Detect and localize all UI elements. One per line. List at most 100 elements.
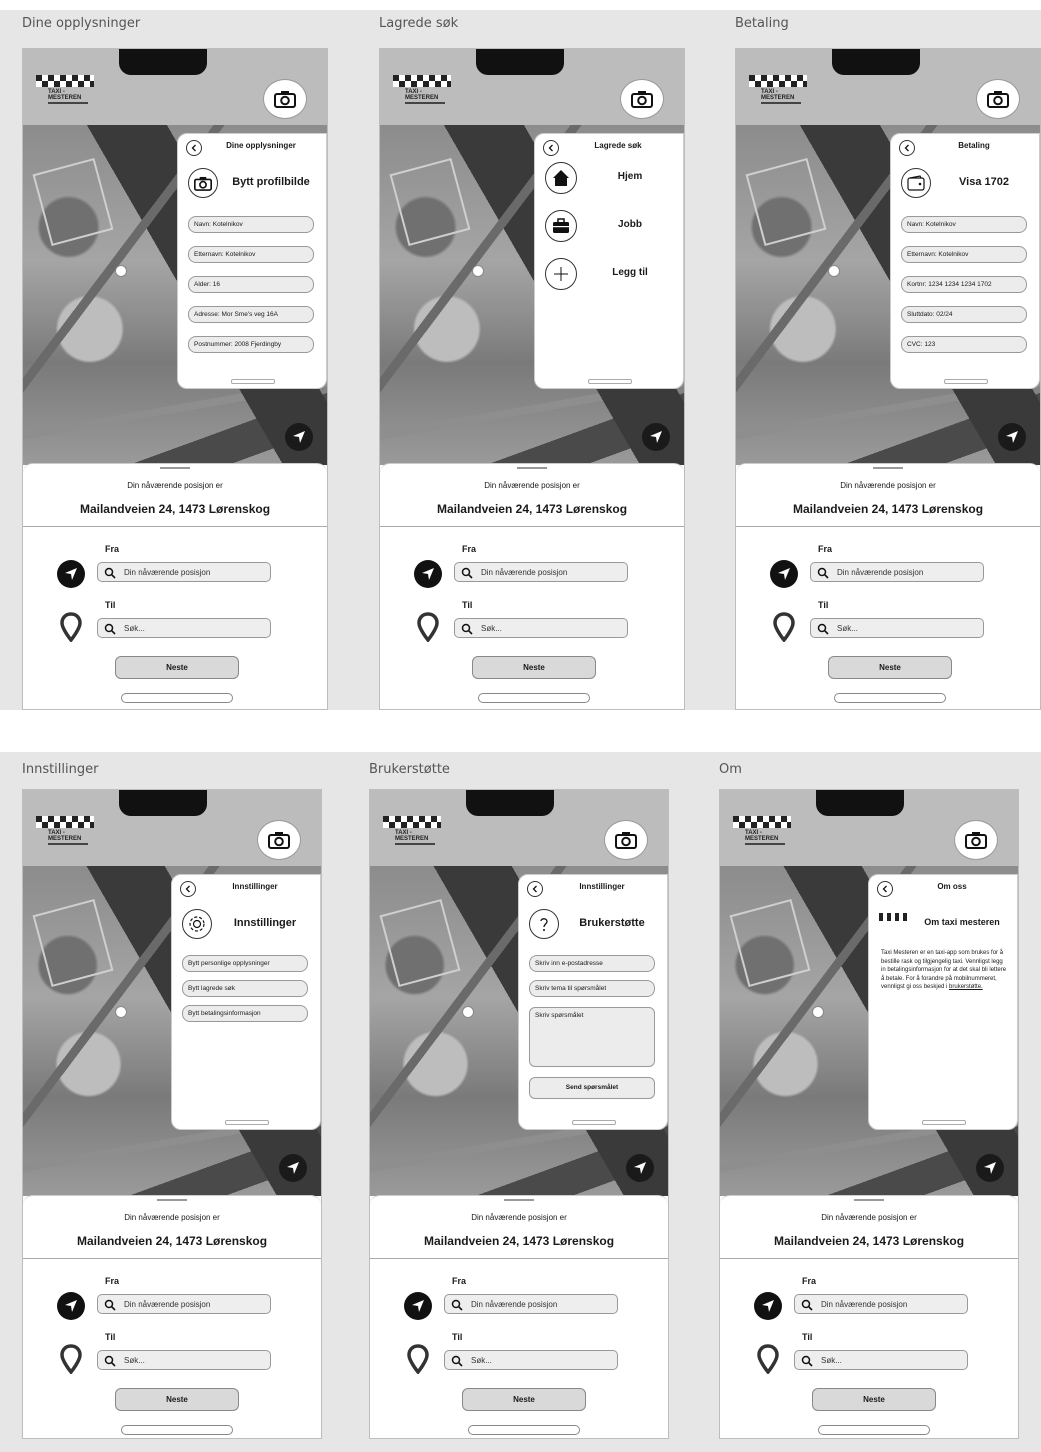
- panel-title: Betaling: [958, 141, 990, 150]
- navigate-button[interactable]: [279, 1154, 307, 1182]
- search-icon: [451, 1299, 463, 1311]
- panel-handle[interactable]: [588, 379, 632, 384]
- to-input[interactable]: Søk...: [97, 618, 271, 638]
- to-input[interactable]: Søk...: [810, 618, 984, 638]
- sheet-grabber[interactable]: [873, 467, 903, 469]
- navigation-arrow-icon: [412, 1300, 424, 1312]
- info-field[interactable]: Bytt betalingsinformasjon: [182, 1005, 308, 1022]
- saved-search-item[interactable]: Legg til: [545, 258, 675, 292]
- to-input[interactable]: Søk...: [97, 1350, 271, 1370]
- to-input[interactable]: Søk...: [444, 1350, 618, 1370]
- panel-handle[interactable]: [922, 1120, 966, 1125]
- navigate-button[interactable]: [626, 1154, 654, 1182]
- sheet-grabber[interactable]: [504, 1199, 534, 1201]
- saved-search-item[interactable]: Hjem: [545, 162, 675, 196]
- next-button[interactable]: Neste: [115, 1388, 239, 1411]
- side-panel: Innstillinger Innstillinger Bytt personli…: [171, 874, 321, 1130]
- from-location-button[interactable]: [754, 1292, 782, 1320]
- info-field[interactable]: Bytt lagrede søk: [182, 980, 308, 997]
- panel-title: Innstillinger: [232, 882, 278, 891]
- bottom-sheet: Din nåværende posisjon er Mailandveien 2…: [23, 1195, 321, 1438]
- feature-label: Innstillinger: [233, 917, 297, 929]
- current-position-address: Mailandveien 24, 1473 Lørenskog: [773, 1234, 965, 1248]
- from-input[interactable]: Din nåværende posisjon: [444, 1294, 618, 1314]
- camera-button[interactable]: [257, 820, 301, 860]
- to-input[interactable]: Søk...: [794, 1350, 968, 1370]
- panel-handle[interactable]: [572, 1120, 616, 1125]
- next-button[interactable]: Neste: [472, 656, 596, 679]
- back-button[interactable]: [543, 140, 559, 156]
- from-label: Fra: [105, 544, 120, 554]
- back-button[interactable]: [186, 140, 202, 156]
- back-button[interactable]: [180, 881, 196, 897]
- camera-button[interactable]: [604, 820, 648, 860]
- panel-handle[interactable]: [944, 379, 988, 384]
- panel-feature[interactable]: Brukerstøtte: [529, 909, 659, 941]
- camera-button[interactable]: [620, 79, 664, 119]
- home-indicator[interactable]: [468, 1425, 580, 1435]
- info-field[interactable]: Skriv tema til spørsmålet: [529, 980, 655, 997]
- next-button[interactable]: Neste: [812, 1388, 936, 1411]
- support-link[interactable]: brukerstøtte.: [949, 984, 983, 990]
- panel-handle[interactable]: [225, 1120, 269, 1125]
- info-field[interactable]: Bytt personlige opplysninger: [182, 955, 308, 972]
- panel-feature[interactable]: Innstillinger: [182, 909, 312, 941]
- from-location-button[interactable]: [414, 560, 442, 588]
- from-input[interactable]: Din nåværende posisjon: [97, 1294, 271, 1314]
- from-location-button[interactable]: [770, 560, 798, 588]
- home-indicator[interactable]: [818, 1425, 930, 1435]
- back-button[interactable]: [899, 140, 915, 156]
- question-textarea[interactable]: Skriv spørsmålet: [529, 1007, 655, 1067]
- current-position-label: Din nåværende posisjon er: [127, 481, 223, 490]
- home-indicator[interactable]: [121, 693, 233, 703]
- from-input[interactable]: Din nåværende posisjon: [97, 562, 271, 582]
- to-input[interactable]: Søk...: [454, 618, 628, 638]
- saved-search-item[interactable]: Jobb: [545, 210, 675, 244]
- from-location-button[interactable]: [57, 560, 85, 588]
- panel-handle[interactable]: [231, 379, 275, 384]
- sheet-grabber[interactable]: [160, 467, 190, 469]
- camera-button[interactable]: [954, 820, 998, 860]
- back-button[interactable]: [527, 881, 543, 897]
- camera-button[interactable]: [263, 79, 307, 119]
- to-input-placeholder: Søk...: [124, 624, 145, 633]
- info-field[interactable]: Postnummer: 2008 Fjerdingby: [188, 336, 314, 353]
- home-indicator[interactable]: [478, 693, 590, 703]
- from-input[interactable]: Din nåværende posisjon: [454, 562, 628, 582]
- next-button[interactable]: Neste: [462, 1388, 586, 1411]
- info-field[interactable]: Adresse: Mor Sme's veg 16A: [188, 306, 314, 323]
- navigate-button[interactable]: [976, 1154, 1004, 1182]
- briefcase-icon: [553, 218, 569, 233]
- navigate-button[interactable]: [642, 423, 670, 451]
- sheet-grabber[interactable]: [157, 1199, 187, 1201]
- from-location-button[interactable]: [57, 1292, 85, 1320]
- saved-item-label: Jobb: [618, 219, 642, 230]
- next-button[interactable]: Neste: [115, 656, 239, 679]
- camera-button[interactable]: [976, 79, 1020, 119]
- panel-feature[interactable]: Visa 1702: [901, 168, 1031, 200]
- info-field[interactable]: Kortnr: 1234 1234 1234 1702: [901, 276, 1027, 293]
- sheet-grabber[interactable]: [854, 1199, 884, 1201]
- phone-screen: TAXI - MESTEREN Om oss Om taxi mesteren Ta…: [719, 789, 1019, 1439]
- sheet-grabber[interactable]: [517, 467, 547, 469]
- home-indicator[interactable]: [834, 693, 946, 703]
- info-field[interactable]: Sluttdato: 02/24: [901, 306, 1027, 323]
- send-question-button[interactable]: Send spørsmålet: [529, 1077, 655, 1099]
- next-button[interactable]: Neste: [828, 656, 952, 679]
- navigate-button[interactable]: [998, 423, 1026, 451]
- home-indicator[interactable]: [121, 1425, 233, 1435]
- from-location-button[interactable]: [404, 1292, 432, 1320]
- info-field[interactable]: Etternavn: Kotelnikov: [188, 246, 314, 263]
- navigate-button[interactable]: [285, 423, 313, 451]
- info-field[interactable]: Alder: 16: [188, 276, 314, 293]
- info-field[interactable]: CVC: 123: [901, 336, 1027, 353]
- back-button[interactable]: [877, 881, 893, 897]
- info-field[interactable]: Navn: Kotelnikov: [901, 216, 1027, 233]
- info-field[interactable]: Navn: Kotelnikov: [188, 216, 314, 233]
- info-field[interactable]: Skriv inn e-postadresse: [529, 955, 655, 972]
- panel-feature[interactable]: Bytt profilbilde: [188, 168, 318, 200]
- from-input[interactable]: Din nåværende posisjon: [810, 562, 984, 582]
- from-input[interactable]: Din nåværende posisjon: [794, 1294, 968, 1314]
- divider: [23, 526, 327, 527]
- info-field[interactable]: Etternavn: Kotelnikov: [901, 246, 1027, 263]
